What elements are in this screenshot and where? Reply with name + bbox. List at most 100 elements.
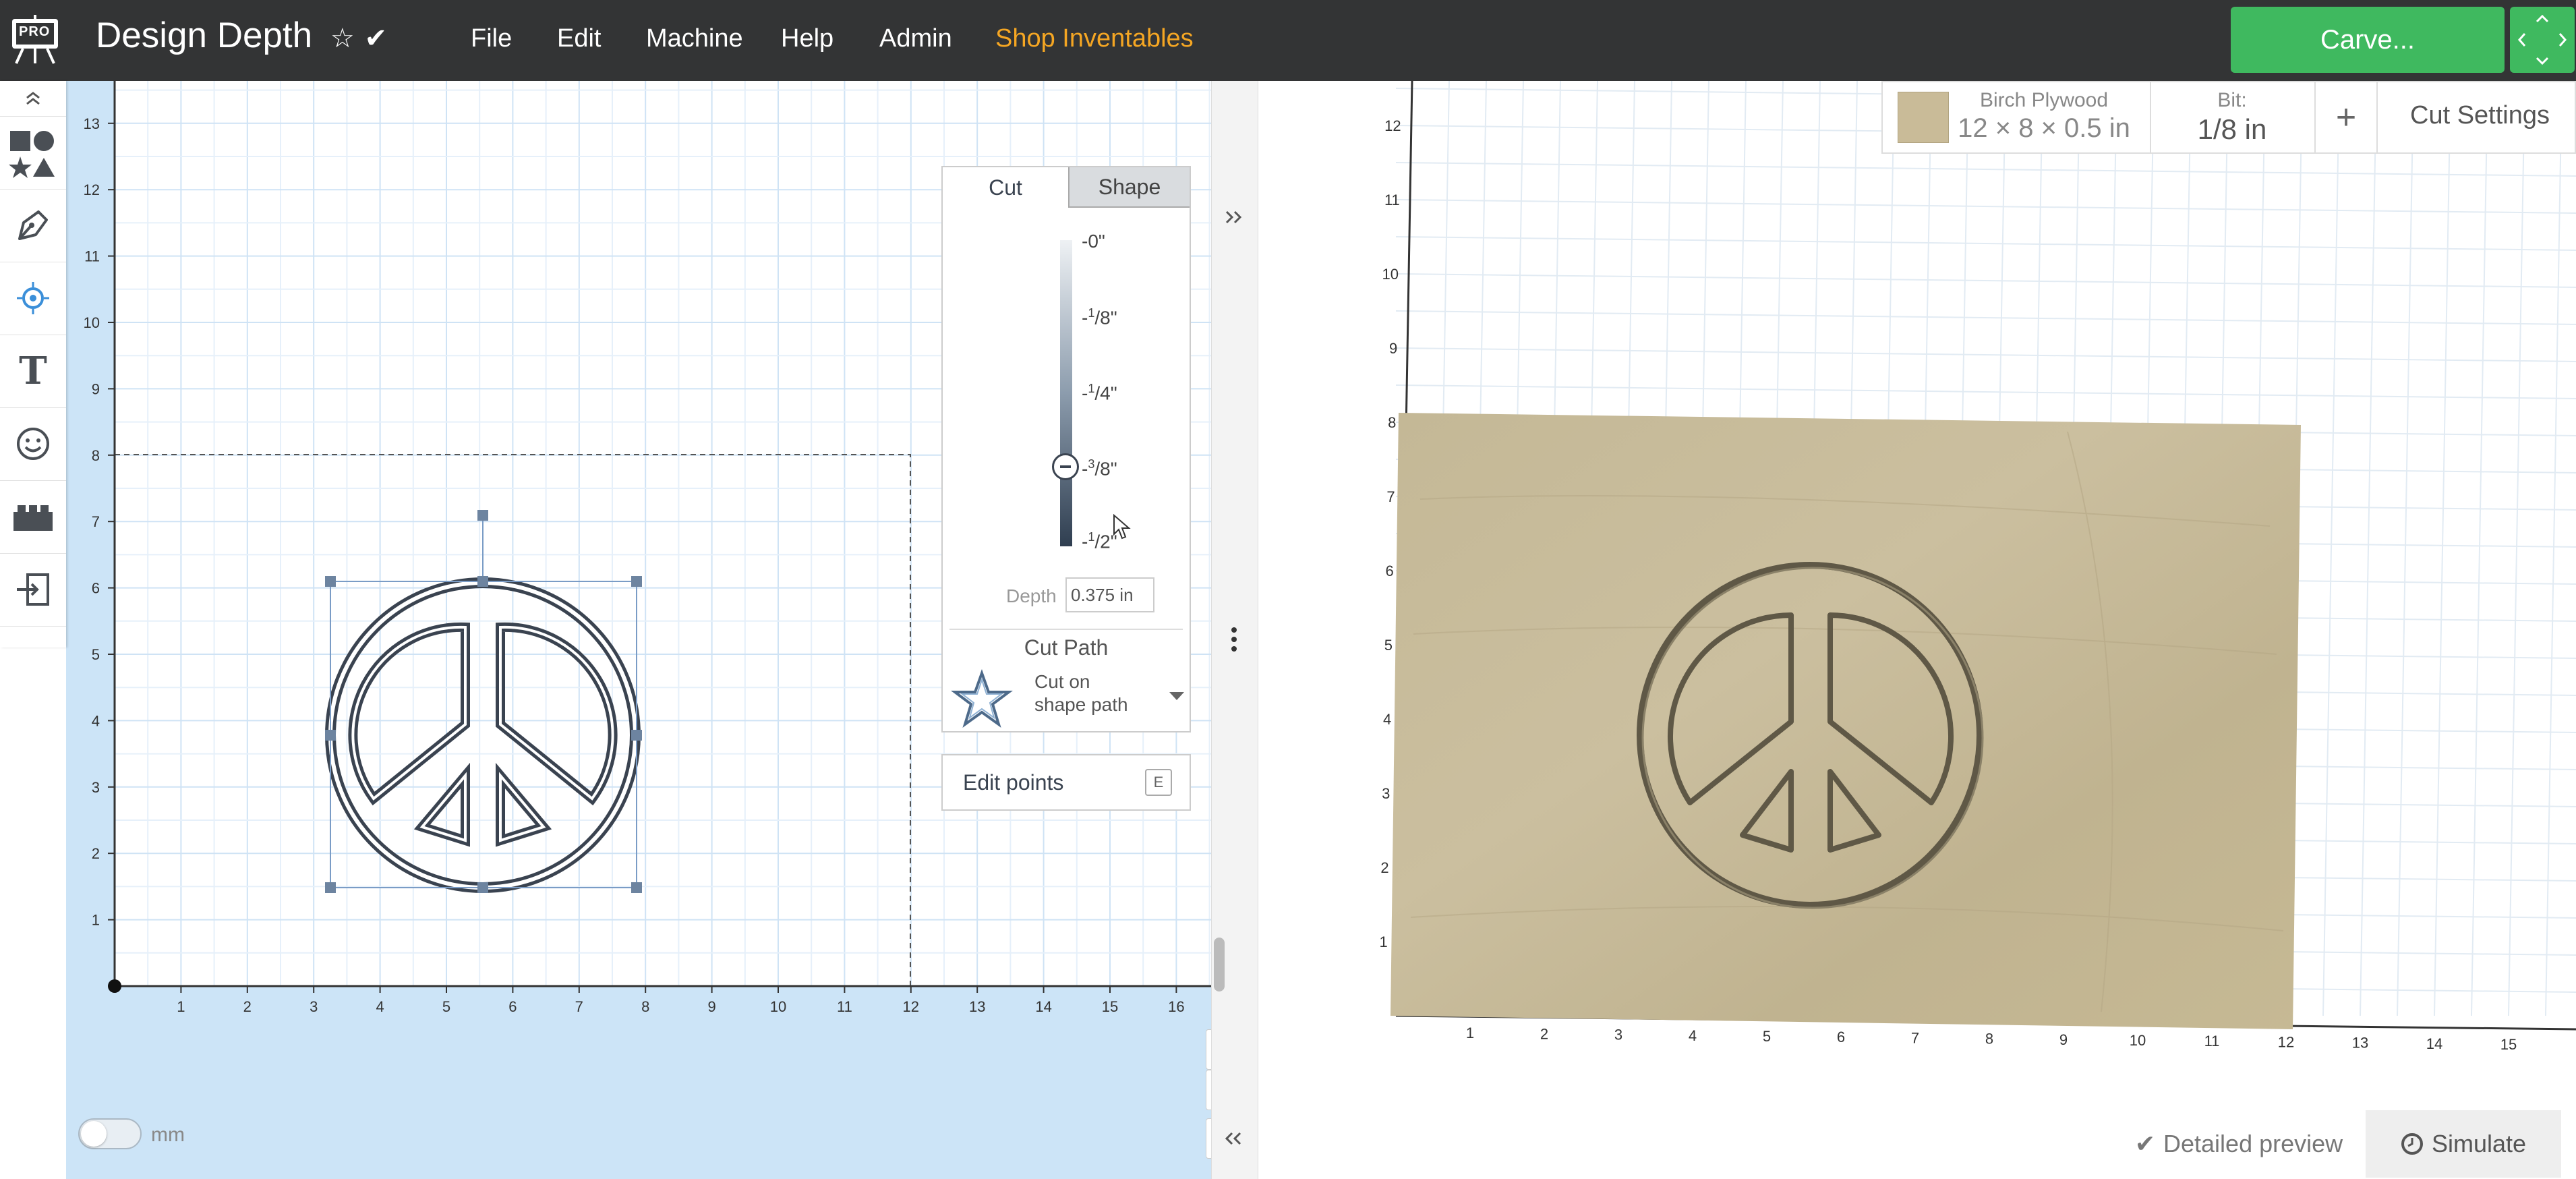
x-tick-label: 9 (707, 998, 715, 1015)
material-selector[interactable]: Birch Plywood 12 × 8 × 0.5 in (1953, 86, 2135, 151)
tab-cut[interactable]: Cut (943, 167, 1068, 208)
cut-settings-button[interactable]: Cut Settings (2410, 101, 2550, 130)
preview-x-tick-label: 12 (2278, 1033, 2294, 1050)
drag-handle-icon[interactable] (1231, 626, 1237, 653)
depth-label: Depth (1006, 585, 1057, 606)
tool-lego[interactable] (0, 480, 66, 554)
double-chevron-left-icon[interactable] (1224, 1130, 1244, 1147)
preview-x-tick-label: 7 (1911, 1029, 1919, 1046)
edit-points-shortcut: E (1145, 769, 1172, 796)
y-tick-label: 12 (84, 181, 100, 198)
3d-preview[interactable]: 1 2 3 4 5 6 7 8 9 10 11 12 13 14 15 1 2 3 4 5 6 7 8 9 10 11 12 (1258, 81, 2576, 1179)
cut-path-option-line2: shape path (1034, 694, 1128, 715)
unit-mm-label[interactable]: mm (151, 1124, 185, 1147)
material-board (1391, 413, 2301, 1029)
x-tick-label: 1 (177, 998, 185, 1015)
preview-x-tick-label: 15 (2500, 1036, 2517, 1053)
preview-y-tick-label: 4 (1383, 711, 1391, 728)
tool-import[interactable] (0, 553, 66, 627)
preview-x-tick-label: 10 (2130, 1032, 2146, 1049)
origin-point (108, 979, 121, 993)
depth-scale-label-4: -1/2" (1082, 530, 1117, 552)
tool-pen[interactable] (0, 189, 66, 262)
material-swatch[interactable] (1898, 92, 1949, 143)
expand-arrows-icon[interactable] (2510, 7, 2575, 73)
material-panel: Birch Plywood 12 × 8 × 0.5 in Bit: 1/8 i… (1881, 81, 2576, 154)
preview-y-tick-label: 8 (1388, 414, 1396, 431)
canvas-scrollbar-thumb[interactable] (1214, 938, 1225, 991)
zoom-in-button[interactable]: + (1206, 1029, 1211, 1070)
preview-x-ticks: 1 2 3 4 5 6 7 8 9 10 11 12 13 14 15 (1466, 1025, 2517, 1053)
preview-x-tick-label: 13 (2352, 1035, 2368, 1052)
cut-path-option-line1: Cut on (1034, 671, 1090, 692)
depth-slider-handle[interactable] (1052, 453, 1079, 480)
detailed-preview-label: Detailed preview (2163, 1130, 2343, 1157)
preview-x-tick-label: 9 (2059, 1031, 2068, 1048)
text-icon: T (19, 349, 47, 393)
collapse-toolbar-button[interactable] (0, 81, 66, 117)
design-title[interactable]: Design Depth ☆ ✔ (96, 15, 387, 56)
emoji-icon (17, 428, 49, 460)
menu-machine[interactable]: Machine (646, 24, 743, 53)
preview-x-tick-label: 8 (1985, 1031, 1993, 1047)
design-title-text[interactable]: Design Depth (96, 16, 312, 55)
panel-gutter (1211, 81, 1258, 1179)
preview-y-tick-label: 12 (1384, 117, 1401, 134)
zoom-out-button[interactable]: − (1206, 1070, 1211, 1110)
depth-slider[interactable] (1060, 240, 1072, 546)
preview-x-tick-label: 4 (1689, 1027, 1697, 1044)
y-tick-label: 10 (84, 314, 100, 331)
star-outline-icon[interactable]: ☆ (330, 24, 355, 53)
cut-path-dropdown[interactable]: Cut on shape path (949, 666, 1185, 731)
import-icon (17, 573, 49, 606)
y-tick-label: 5 (92, 646, 100, 663)
home-view-button[interactable] (1206, 1118, 1211, 1159)
menu-admin[interactable]: Admin (879, 24, 952, 53)
menu-shop-inventables[interactable]: Shop Inventables (995, 24, 1194, 53)
depth-scale-label-3: -3/8" (1082, 457, 1117, 480)
detailed-preview-button[interactable]: ✔ Detailed preview (2117, 1110, 2360, 1178)
bit-value: 1/8 in (2197, 113, 2267, 145)
x-tick-label: 6 (508, 998, 517, 1015)
x-tick-label: 11 (837, 998, 852, 1015)
menu-file[interactable]: File (471, 24, 512, 53)
preview-canvas[interactable]: 1 2 3 4 5 6 7 8 9 10 11 12 13 14 15 123456789101112 (1258, 81, 2576, 1179)
check-icon: ✔ (364, 24, 387, 53)
depth-input[interactable] (1065, 577, 1154, 612)
mouse-cursor-icon (1113, 514, 1131, 540)
logo-pro-text: PRO (19, 24, 51, 39)
tab-shape[interactable]: Shape (1068, 167, 1190, 208)
tool-text[interactable]: T (0, 335, 66, 408)
bit-selector[interactable]: Bit: 1/8 in (2151, 86, 2313, 151)
y-tick-label: 4 (92, 712, 100, 729)
plus-icon[interactable]: + (2316, 82, 2376, 152)
preview-x-tick-label: 11 (2204, 1033, 2220, 1049)
tool-point[interactable] (0, 262, 66, 335)
preview-y-tick-label: 5 (1384, 637, 1393, 654)
y-tick-label: 6 (92, 580, 100, 597)
x-tick-label: 8 (641, 998, 649, 1015)
edit-points-button[interactable]: Edit points E (941, 754, 1191, 811)
menu-edit[interactable]: Edit (557, 24, 601, 53)
double-chevron-right-icon[interactable] (1224, 209, 1244, 225)
tool-shapes[interactable] (0, 116, 66, 190)
tool-sidebar: T (0, 81, 66, 648)
x-tick-label: 15 (1102, 998, 1118, 1015)
easel-logo-icon[interactable]: PRO (9, 13, 61, 65)
x-tick-label: 16 (1168, 998, 1184, 1015)
preview-x-tick-label: 14 (2426, 1035, 2442, 1052)
cut-panel: Cut Shape -0" -1/8" -1/4" -3/8" -1/2" De… (941, 166, 1191, 732)
lego-icon (13, 505, 53, 531)
simulate-button[interactable]: Simulate (2366, 1110, 2561, 1178)
preview-x-tick-label: 5 (1763, 1028, 1771, 1045)
unit-toggle[interactable] (78, 1118, 142, 1149)
clock-icon (2401, 1133, 2423, 1155)
x-tick-label: 4 (376, 998, 384, 1015)
edit-points-label: Edit points (963, 770, 1064, 795)
menu-help[interactable]: Help (781, 24, 833, 53)
pen-icon (18, 210, 48, 240)
tool-emoji[interactable] (0, 407, 66, 481)
preview-y-tick-label: 6 (1386, 563, 1394, 579)
carve-button[interactable]: Carve... (2231, 7, 2505, 73)
x-tick-label: 3 (310, 998, 318, 1015)
